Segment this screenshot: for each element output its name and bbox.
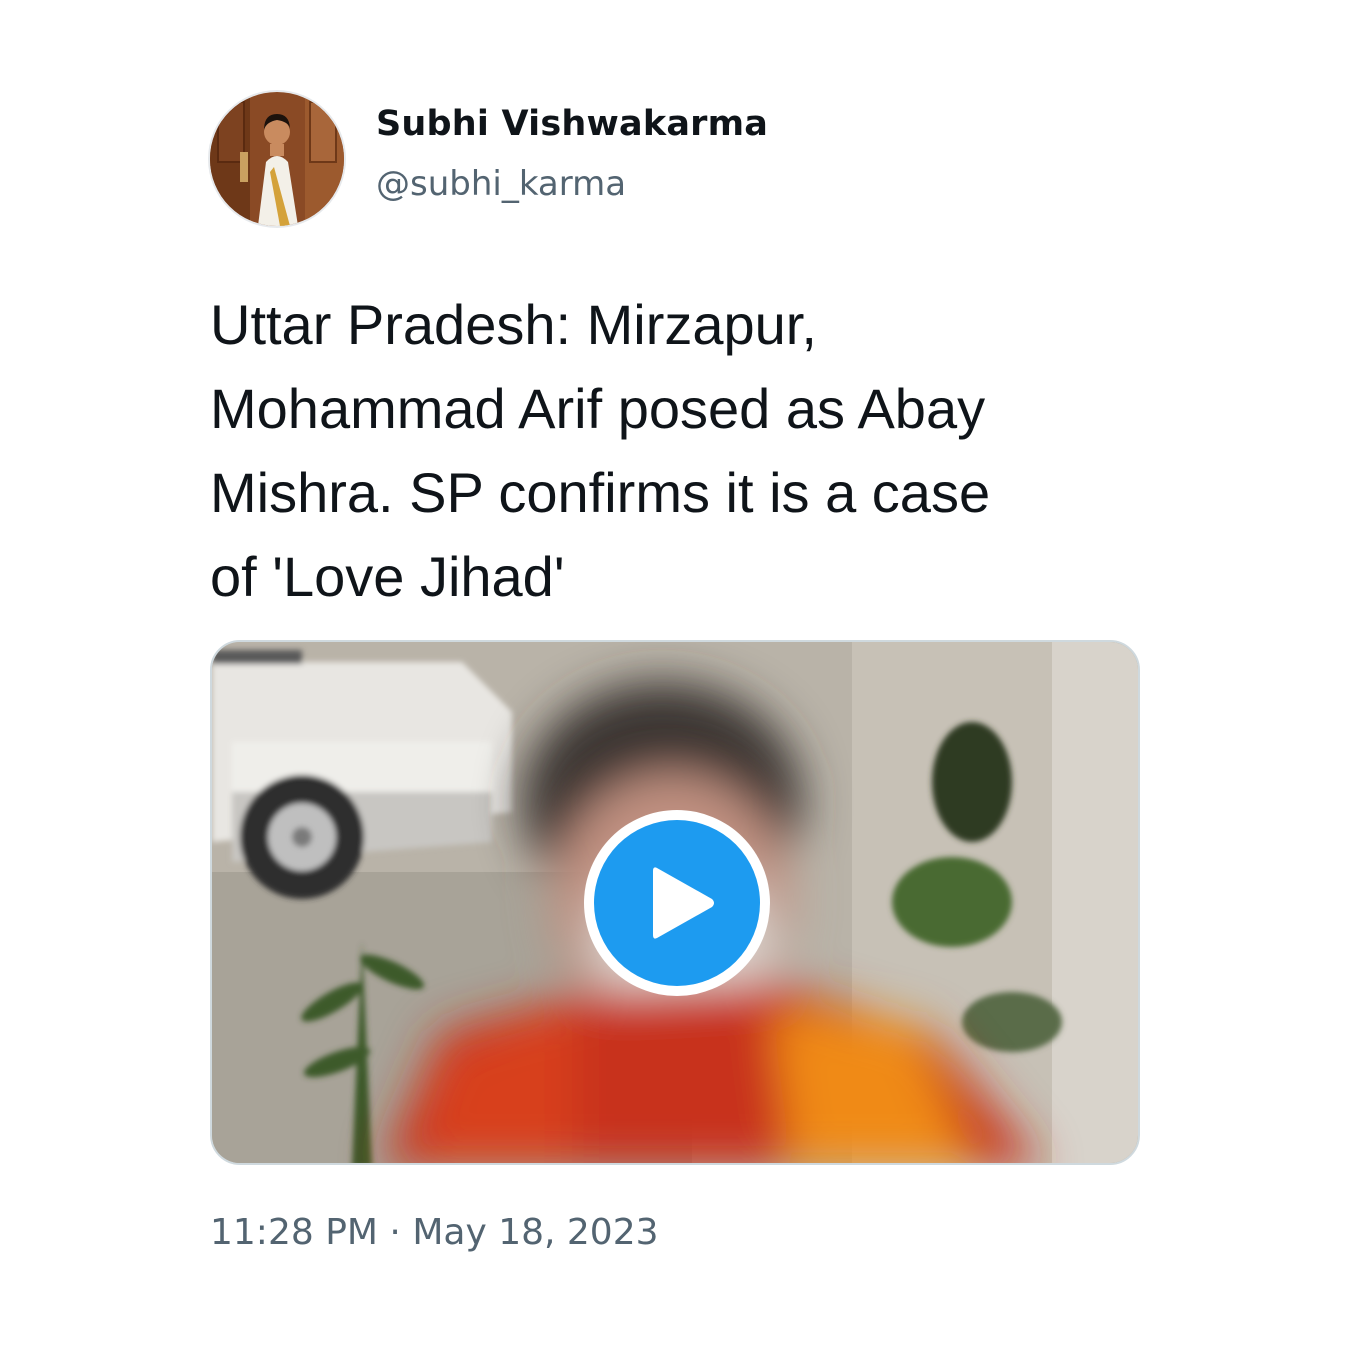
tweet-time: 11:28 PM (210, 1212, 378, 1253)
timestamp[interactable]: 11:28 PM · May 18, 2023 (210, 1212, 659, 1253)
tweet-text: Uttar Pradesh: Mirzapur, Mohammad Arif p… (210, 283, 1170, 619)
play-button[interactable] (584, 810, 770, 996)
video-thumbnail[interactable] (210, 640, 1140, 1165)
tweet-date: May 18, 2023 (412, 1212, 659, 1253)
tweet-text-line: Mohammad Arif posed as Abay (210, 377, 986, 440)
avatar[interactable] (210, 92, 344, 226)
play-icon (653, 867, 714, 939)
profile-photo-icon (210, 92, 344, 226)
tweet-text-line: Uttar Pradesh: Mirzapur, (210, 293, 817, 356)
display-name[interactable]: Subhi Vishwakarma (376, 104, 768, 144)
tweet-text-line: of 'Love Jihad' (210, 545, 565, 608)
user-handle[interactable]: @subhi_karma (376, 164, 626, 204)
tweet-text-line: Mishra. SP confirms it is a case (210, 461, 991, 524)
separator-dot: · (389, 1212, 401, 1253)
